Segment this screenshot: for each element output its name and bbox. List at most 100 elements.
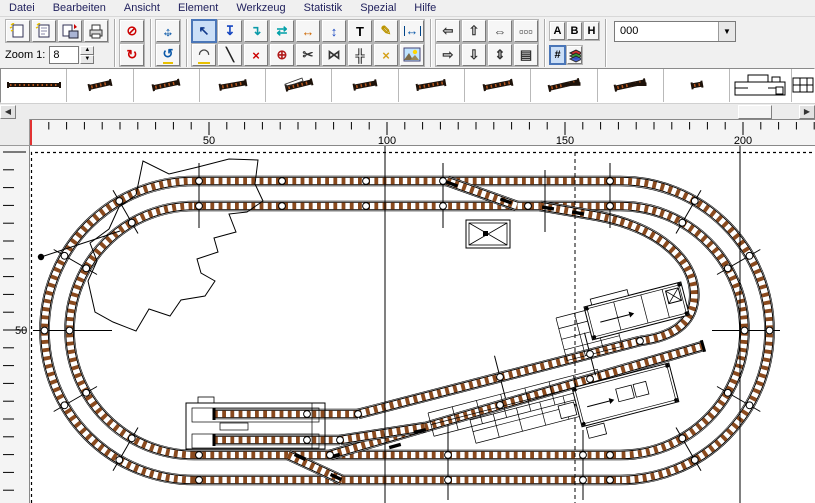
file-open-button[interactable] (32, 20, 56, 42)
layer-combo[interactable]: 000▼ (614, 21, 736, 42)
shift-up-button[interactable]: ⇧ (462, 20, 486, 42)
track-piece-11[interactable] (664, 69, 730, 102)
fit-view-button[interactable]: ↔↕ (156, 20, 180, 42)
track-joint (724, 265, 731, 272)
arc-tool[interactable]: ◠ (192, 44, 216, 66)
svg-text:200: 200 (734, 135, 752, 146)
track-joint (363, 178, 370, 185)
menu-datei[interactable]: Datei (0, 1, 44, 15)
measure-tool[interactable]: ↔ (400, 20, 424, 42)
track-piece-4[interactable] (200, 69, 266, 102)
track-joint (746, 402, 753, 409)
layer-h-button-label: H (588, 25, 596, 37)
shift-vertical-button[interactable]: ⇕ (488, 44, 512, 66)
track-piece-6[interactable] (332, 69, 398, 102)
zoom-input[interactable] (49, 46, 79, 64)
scissors-tool[interactable]: ✂ (296, 44, 320, 66)
track-piece-5[interactable] (266, 69, 332, 102)
magnifier-plus-icon: ⊕ (277, 47, 288, 63)
flex-tool[interactable]: × (374, 44, 398, 66)
stretch-h-tool[interactable]: ↔ (296, 20, 320, 42)
menu-hilfe[interactable]: Hilfe (405, 1, 445, 15)
draw-tool[interactable]: ✎ (374, 20, 398, 42)
track-piece-2[interactable] (67, 69, 133, 102)
file-new-button[interactable] (6, 20, 30, 42)
menu-statistik[interactable]: Statistik (295, 1, 352, 15)
track-straight-long[interactable] (1, 69, 67, 102)
layer-a-button[interactable]: A (550, 22, 565, 40)
track-joint (741, 327, 748, 334)
menu-werkzeug[interactable]: Werkzeug (227, 1, 294, 15)
arrows-meet-icon: ⇄ (277, 23, 288, 39)
svg-text:100: 100 (378, 135, 396, 146)
rotate-icon: ↺ (163, 46, 174, 64)
marker-dot (38, 254, 44, 260)
cursor-icon: ↖ (199, 23, 210, 39)
track-piece-10[interactable] (598, 69, 664, 102)
shift-left-button[interactable]: ⇦ (436, 20, 460, 42)
measure-icon: ↔ (404, 26, 421, 36)
distribute-h-button[interactable]: ▫▫▫ (514, 20, 538, 42)
combo-dropdown-button[interactable]: ▼ (718, 22, 735, 41)
scroll-left-button[interactable]: ◀ (0, 105, 16, 119)
move-tool[interactable]: ╬ (348, 44, 372, 66)
refresh-button[interactable]: ↻ (120, 44, 144, 66)
track-plan-canvas[interactable] (30, 146, 815, 503)
locomotive-icon[interactable] (730, 69, 792, 102)
svg-text:50: 50 (203, 135, 215, 146)
shift-down-button[interactable]: ⇩ (462, 44, 486, 66)
track-joint (83, 389, 90, 396)
zoom-label: Zoom 1: (5, 49, 45, 61)
building-symbol (466, 220, 510, 248)
stretch-v-tool[interactable]: ↕ (322, 20, 346, 42)
menu-element[interactable]: Element (169, 1, 227, 15)
layer-h-button[interactable]: H (584, 22, 599, 40)
diagonal-line-icon: ╲ (226, 47, 234, 63)
layers-button[interactable] (567, 46, 582, 64)
track-piece-3[interactable] (134, 69, 200, 102)
grid-toggle-button[interactable]: # (550, 46, 565, 64)
shift-horizontal-button[interactable]: ⇔ (488, 20, 512, 42)
landscape-button[interactable] (400, 44, 424, 66)
menu-ansicht[interactable]: Ansicht (115, 1, 169, 15)
zoom-down-button[interactable]: ▼ (80, 55, 94, 64)
layer-b-button[interactable]: B (567, 22, 582, 40)
cut-track-tool[interactable]: × (244, 44, 268, 66)
track-piece-7[interactable] (399, 69, 465, 102)
connect-tool[interactable]: ↴ (244, 20, 268, 42)
menu-bearbeiten[interactable]: Bearbeiten (44, 1, 115, 15)
zoom-in-tool[interactable]: ⊕ (270, 44, 294, 66)
track-joint (327, 452, 334, 459)
insert-tool[interactable]: ↧ (218, 20, 242, 42)
app-window: { "menu": { "items": ["Datei","Bearbeite… (0, 0, 815, 503)
table-grid-icon[interactable] (792, 69, 814, 102)
track-piece-8[interactable] (465, 69, 531, 102)
shift-right-button[interactable]: ⇨ (436, 44, 460, 66)
select-tool[interactable]: ↖ (192, 20, 216, 42)
scroll-right-button[interactable]: ▶ (799, 105, 815, 119)
track-joint (363, 203, 370, 210)
track-joint (637, 338, 644, 345)
track-piece-9[interactable] (531, 69, 597, 102)
distribute-v-button[interactable]: ▤ (514, 44, 538, 66)
move-cross-icon: ╬ (355, 48, 364, 63)
track-joint (580, 452, 587, 459)
scrollbar-thumb[interactable] (738, 105, 772, 119)
track-joint (196, 178, 203, 185)
rotate-button[interactable]: ↺ (156, 44, 180, 66)
menu-spezial[interactable]: Spezial (351, 1, 405, 15)
print-button[interactable] (84, 20, 108, 42)
line-tool[interactable]: ╲ (218, 44, 242, 66)
file-save-button[interactable] (58, 20, 82, 42)
palette-scrollbar[interactable]: ◀ ▶ (0, 103, 815, 119)
join-tool[interactable]: ⋈ (322, 44, 346, 66)
text-tool[interactable]: T (348, 20, 372, 42)
track-joint (116, 457, 123, 464)
abort-button[interactable]: ⊘ (120, 20, 144, 42)
zoom-up-button[interactable]: ▲ (80, 46, 94, 55)
arrow-right-icon: ⇨ (443, 47, 454, 63)
disconnect-tool[interactable]: ⇄ (270, 20, 294, 42)
track-joint (116, 198, 123, 205)
track-joint (724, 389, 731, 396)
disk-save-icon (61, 23, 79, 39)
